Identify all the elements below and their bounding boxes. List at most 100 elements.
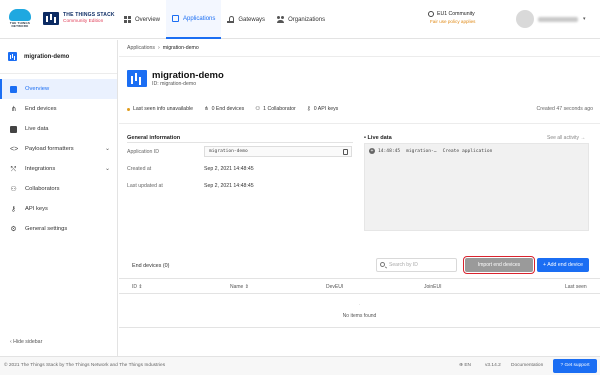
event-time: 14:48:45	[378, 148, 401, 154]
get-support-label: Get support	[564, 363, 590, 368]
end-devices-count-link[interactable]: ⋔ 0 End devices	[204, 106, 244, 112]
organization-icon	[277, 16, 285, 23]
fair-use-policy-link[interactable]: Fair use policy applies	[430, 19, 475, 24]
stack-logo-title: THE THINGS STACK	[63, 12, 115, 18]
updated-at-value: Sep 2, 2021 14:48:45	[204, 183, 254, 189]
ttn-wordmark: THE THINGS NETWORK	[9, 21, 31, 29]
sidebar-item-end-devices[interactable]: ⋔ End devices	[0, 99, 117, 119]
end-devices-icon: ⋔	[10, 105, 17, 113]
column-joineui: JoinEUI	[424, 284, 442, 290]
sidebar-item-label: Integrations	[25, 166, 56, 172]
general-info-title: General information	[127, 135, 181, 141]
live-data-icon	[10, 125, 17, 133]
sidebar-item-integrations[interactable]: ⤲ Integrations ⌄	[0, 159, 117, 179]
application-icon	[127, 70, 147, 87]
language-label: EN	[464, 363, 472, 368]
cloud-icon	[9, 9, 31, 21]
nav-applications[interactable]: Applications	[166, 0, 222, 39]
add-end-device-button[interactable]: + Add end device	[537, 258, 589, 272]
live-data-title-text: Live data	[367, 135, 392, 141]
sidebar-item-api-keys[interactable]: ⚷ API keys	[0, 199, 117, 219]
end-devices-title: End devices (0)	[132, 263, 170, 269]
breadcrumb-applications[interactable]: Applications	[127, 45, 155, 51]
sidebar-item-live-data[interactable]: Live data	[0, 119, 117, 139]
updated-at-label: Last updated at	[127, 183, 163, 189]
chevron-down-icon: ▾	[583, 16, 586, 22]
column-id[interactable]: ID ⇕	[132, 284, 143, 290]
key-icon: ⚷	[306, 106, 311, 112]
sidebar-item-label: Live data	[25, 126, 49, 132]
copyright-text: © 2021 The Things Stack by The Things Ne…	[4, 363, 166, 368]
import-end-devices-button[interactable]: Import end devices	[462, 255, 536, 275]
sidebar-item-payload-formatters[interactable]: <> Payload formatters ⌄	[0, 139, 117, 159]
main-nav: Overview Applications Gateways Organizat…	[118, 0, 331, 39]
sidebar-item-label: Collaborators	[25, 186, 60, 192]
nav-organizations[interactable]: Organizations	[271, 0, 331, 39]
page-title: migration-demo	[152, 70, 224, 81]
created-ago: Created 47 seconds ago	[536, 106, 593, 112]
live-data-panel[interactable]: + 14:48:45 migration-… Create applicatio…	[364, 143, 589, 231]
nav-overview[interactable]: Overview	[118, 0, 166, 39]
status-dot-icon	[127, 107, 130, 111]
event-name: Create application	[442, 148, 493, 154]
application-icon	[172, 15, 180, 22]
application-id-line: ID: migration-demo	[152, 81, 197, 87]
version-label: v3.14.2	[485, 363, 501, 368]
end-devices-count: 0 End devices	[211, 106, 245, 112]
copy-icon[interactable]	[343, 149, 348, 155]
divider	[119, 123, 600, 124]
stack-logo-icon	[43, 12, 59, 25]
cluster-selector[interactable]: EU1 Community Fair use policy applies	[428, 11, 475, 24]
avatar	[516, 10, 534, 28]
breadcrumb: Applications › migration-demo	[127, 45, 199, 51]
nav-organizations-label: Organizations	[288, 16, 326, 23]
chevron-down-icon: ⌄	[104, 146, 110, 152]
plus-circle-icon: +	[369, 148, 375, 154]
sidebar-item-collaborators[interactable]: ⚇ Collaborators	[0, 179, 117, 199]
column-name[interactable]: Name ⇕	[230, 284, 249, 290]
api-keys-count: 0 API keys	[313, 106, 339, 112]
last-seen-status: Last seen info unavailable	[127, 106, 193, 112]
table-empty-state: - No items found	[119, 295, 600, 328]
collaborators-count-link[interactable]: ⚇ 1 Collaborator	[255, 106, 296, 112]
user-name-blurred	[538, 16, 578, 22]
globe-icon	[428, 11, 434, 17]
nav-gateways[interactable]: Gateways	[221, 0, 271, 39]
user-menu[interactable]: ▾	[516, 10, 586, 28]
chevron-down-icon: ⌄	[104, 166, 110, 172]
divider	[127, 142, 353, 143]
sidebar-item-overview[interactable]: Overview	[0, 79, 117, 99]
collaborators-icon: ⚇	[10, 185, 17, 193]
footer: © 2021 The Things Stack by The Things Ne…	[0, 356, 600, 375]
get-support-button[interactable]: ? Get support	[553, 359, 597, 373]
application-meta: Last seen info unavailable ⋔ 0 End device…	[127, 106, 593, 112]
end-devices-header: End devices (0) Search by ID Import end …	[119, 254, 600, 278]
live-event-row[interactable]: + 14:48:45 migration-… Create applicatio…	[369, 148, 498, 154]
ttn-logo[interactable]: THE THINGS NETWORK	[6, 9, 34, 31]
sidebar-item-label: Overview	[25, 86, 50, 92]
main-content: Applications › migration-demo migration-de…	[119, 40, 600, 356]
stack-logo[interactable]: THE THINGS STACK Community Edition	[43, 12, 115, 25]
sidebar-item-general-settings[interactable]: ⚙ General settings	[0, 219, 117, 239]
search-placeholder: Search by ID	[389, 262, 418, 268]
search-input[interactable]: Search by ID	[376, 258, 457, 272]
sidebar-item-label: End devices	[25, 106, 57, 112]
language-selector[interactable]: ⊕ EN	[459, 363, 471, 368]
divider	[119, 56, 600, 57]
hide-sidebar-label: Hide sidebar	[13, 339, 43, 345]
hide-sidebar-button[interactable]: ‹ Hide sidebar	[10, 339, 42, 345]
api-keys-count-link[interactable]: ⚷ 0 API keys	[307, 106, 339, 112]
gateway-icon	[227, 16, 235, 23]
top-bar: THE THINGS NETWORK THE THINGS STACK Comm…	[0, 0, 600, 39]
integrations-icon: ⤲	[10, 165, 17, 173]
collaborators-icon: ⚇	[255, 106, 261, 112]
documentation-link[interactable]: Documentation	[511, 363, 543, 368]
application-id-value: migration-demo	[209, 149, 248, 154]
see-all-activity-link[interactable]: See all activity →	[547, 135, 585, 141]
end-devices-icon: ⋔	[204, 106, 209, 112]
table-header: ID ⇕ Name ⇕ DevEUI JoinEUI Last seen	[119, 278, 600, 294]
sidebar: migration-demo Overview ⋔ End devices Li…	[0, 40, 118, 356]
live-data-title: • Live data	[364, 135, 392, 141]
sidebar-app-name: migration-demo	[24, 53, 70, 60]
column-last-seen: Last seen	[565, 284, 587, 290]
